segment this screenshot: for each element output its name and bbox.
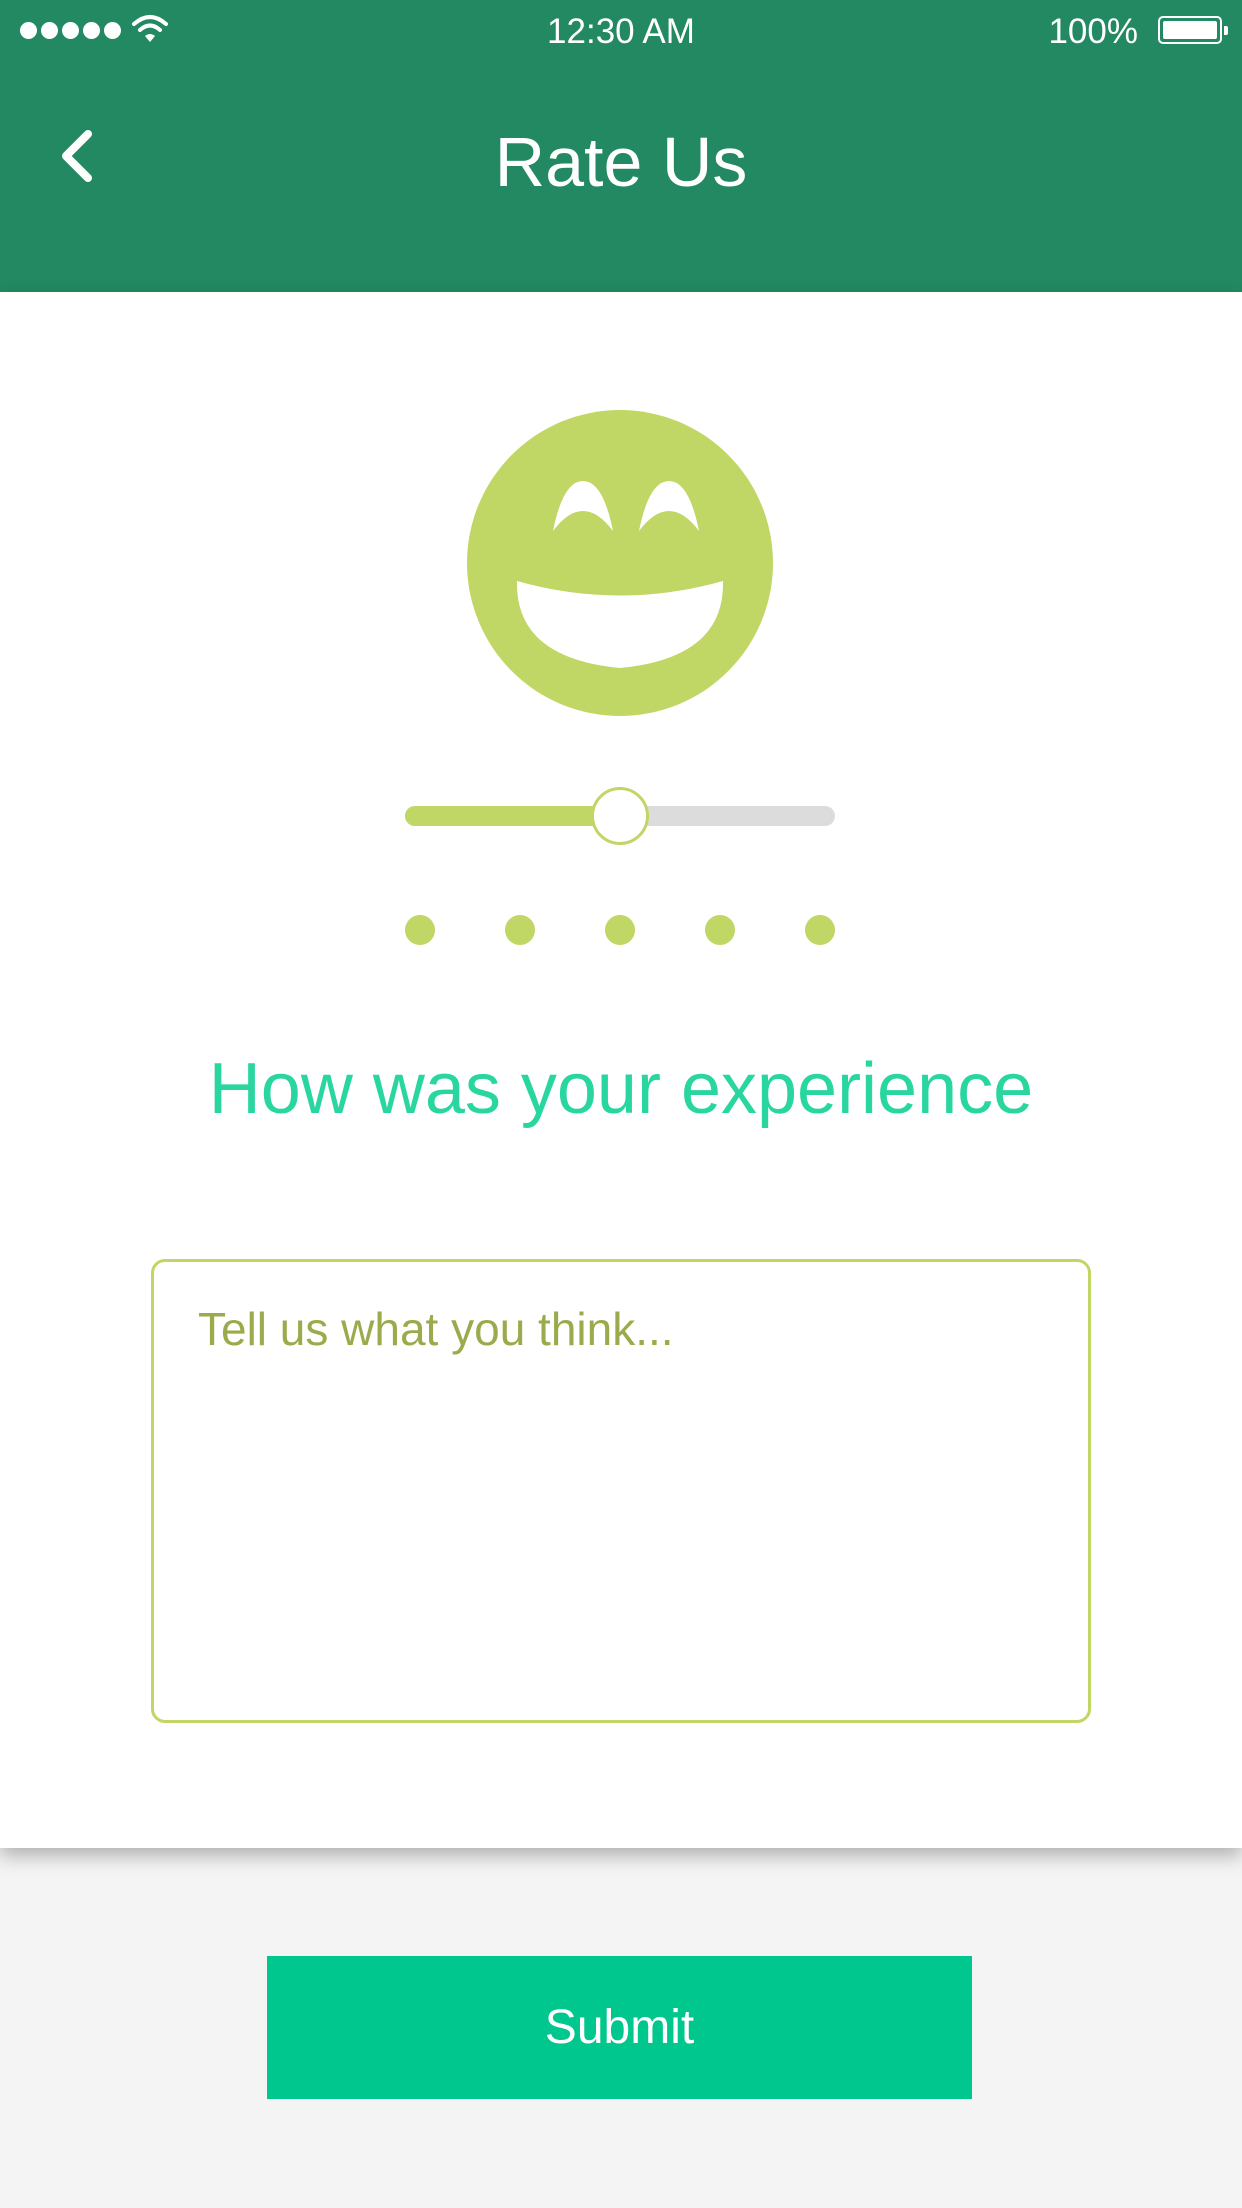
rating-level-dot[interactable]: [505, 915, 535, 945]
submit-button[interactable]: Submit: [267, 1956, 972, 2099]
rating-level-dot[interactable]: [805, 915, 835, 945]
page-title: Rate Us: [494, 123, 748, 201]
rating-levels: [405, 915, 835, 945]
feedback-textarea[interactable]: [151, 1259, 1091, 1723]
slider-fill: [405, 806, 620, 826]
rating-slider[interactable]: [405, 787, 835, 845]
slider-thumb[interactable]: [591, 787, 649, 845]
rating-level-dot[interactable]: [605, 915, 635, 945]
battery-icon: [1158, 16, 1228, 44]
grinning-smiley-icon: [467, 410, 773, 716]
rating-level-dot[interactable]: [705, 915, 735, 945]
app-header: 12:30 AM 100% Rate Us: [0, 0, 1242, 292]
question-text: How was your experience: [208, 1049, 1034, 1129]
rating-level-dot[interactable]: [405, 915, 435, 945]
status-bar: 12:30 AM 100%: [0, 0, 1242, 62]
battery-percentage: 100%: [1048, 12, 1138, 51]
